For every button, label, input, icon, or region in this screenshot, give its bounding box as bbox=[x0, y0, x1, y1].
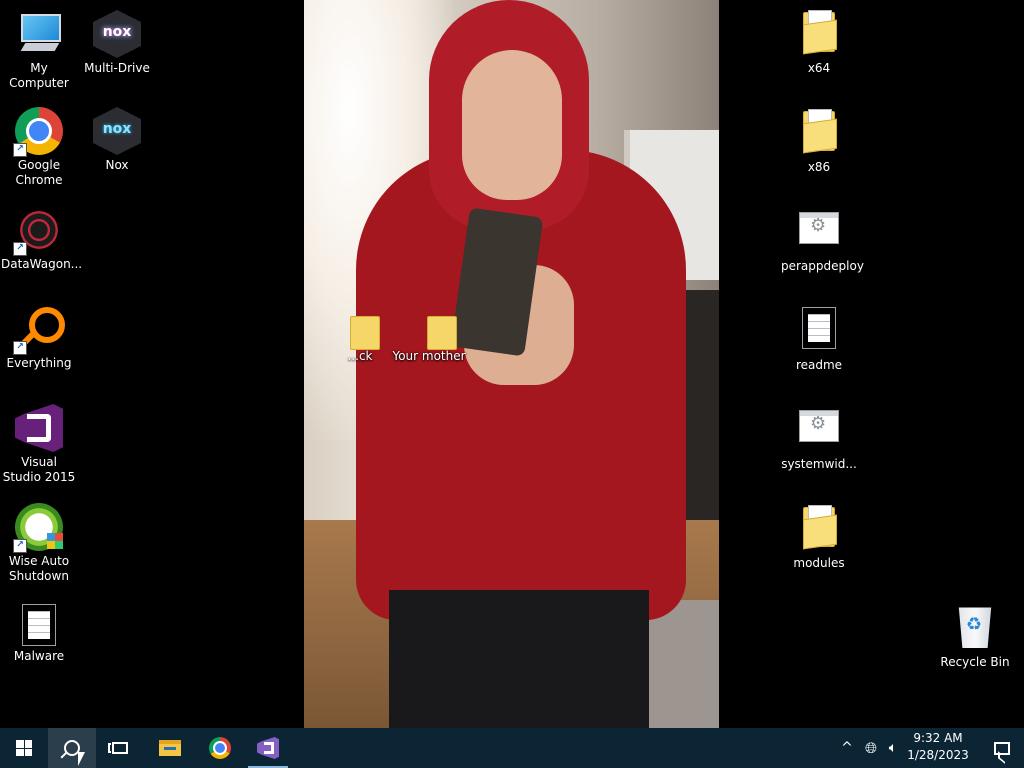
text-document-icon bbox=[802, 307, 836, 349]
folder-icon bbox=[350, 316, 380, 350]
task-view-button[interactable] bbox=[96, 728, 144, 768]
search-button[interactable] bbox=[48, 728, 96, 768]
clock-date: 1/28/2023 bbox=[907, 748, 969, 762]
mouse-cursor bbox=[77, 751, 86, 767]
folder-icon bbox=[803, 109, 837, 154]
network-button[interactable]: 🌐︎ bbox=[860, 728, 882, 768]
desktop-icon-your-mother[interactable]: Your mother bbox=[391, 316, 467, 364]
start-button[interactable] bbox=[0, 728, 48, 768]
desktop-icon-label: Multi-Drive bbox=[84, 61, 150, 75]
globe-icon: 🌐︎ bbox=[864, 739, 877, 757]
action-center-icon bbox=[994, 741, 1010, 755]
config-file-icon bbox=[799, 410, 839, 442]
wise-auto-shutdown-icon: ↗ bbox=[13, 503, 63, 553]
shortcut-arrow-icon: ↗ bbox=[13, 539, 27, 553]
desktop-icon-google-chrome[interactable]: ↗ Google Chrome bbox=[1, 107, 77, 188]
desktop-icon-label: perappdeploy bbox=[781, 259, 864, 273]
clock-time: 9:32 AM bbox=[913, 731, 963, 745]
shortcut-arrow-icon: ↗ bbox=[13, 341, 27, 355]
everything-icon: ↗ bbox=[13, 305, 65, 355]
desktop-icon-wise-auto-shutdown[interactable]: ↗ Wise Auto Shutdown bbox=[1, 503, 77, 584]
chevron-up-icon: ^ bbox=[841, 740, 853, 756]
desktop-icon-x86[interactable]: x86 bbox=[781, 109, 857, 175]
visual-studio-icon bbox=[15, 404, 63, 452]
desktop-icon-label: x86 bbox=[807, 160, 831, 174]
speaker-icon: 🔈︎ bbox=[888, 740, 898, 756]
desktop-icon-label: readme bbox=[795, 358, 843, 372]
desktop-icon-label: Wise Auto Shutdown bbox=[8, 554, 70, 583]
taskbar-visual-studio[interactable] bbox=[244, 728, 292, 768]
folder-icon bbox=[427, 316, 457, 350]
desktop-icon-label: Nox bbox=[105, 158, 129, 172]
nox-icon: nox bbox=[93, 107, 141, 155]
desktop-icon-folder-ck[interactable]: ...ck bbox=[312, 316, 388, 364]
chrome-icon: ↗ bbox=[13, 107, 63, 157]
volume-button[interactable]: 🔈︎ bbox=[882, 728, 904, 768]
start-icon bbox=[16, 740, 32, 756]
datawagon-icon: ↗ bbox=[13, 206, 63, 256]
computer-icon bbox=[15, 10, 63, 58]
taskbar-chrome[interactable] bbox=[196, 728, 244, 768]
taskbar-file-explorer[interactable] bbox=[146, 728, 194, 768]
desktop-icon-label: Visual Studio 2015 bbox=[2, 455, 76, 484]
config-file-icon bbox=[799, 212, 839, 244]
desktop-icon-label: DataWagon... bbox=[1, 257, 83, 271]
nox-multi-drive-icon: nox bbox=[93, 10, 141, 58]
show-hidden-icons-button[interactable]: ^ bbox=[836, 728, 858, 768]
desktop-wallpaper-photo bbox=[304, 0, 719, 728]
desktop-icon-malware[interactable]: Malware bbox=[1, 604, 77, 664]
desktop-icon-label: Recycle Bin bbox=[940, 655, 1010, 669]
desktop-icon-systemwide[interactable]: systemwid... bbox=[781, 406, 857, 472]
desktop-icon-everything[interactable]: ↗ Everything bbox=[1, 305, 77, 371]
desktop-icon-visual-studio-2015[interactable]: Visual Studio 2015 bbox=[1, 404, 77, 485]
desktop-icon-label: Your mother bbox=[392, 349, 466, 363]
desktop-icon-x64[interactable]: x64 bbox=[781, 10, 857, 76]
shortcut-arrow-icon: ↗ bbox=[13, 242, 27, 256]
desktop-icon-recycle-bin[interactable]: Recycle Bin bbox=[937, 604, 1013, 670]
desktop-icon-label: Google Chrome bbox=[15, 158, 63, 187]
taskbar-clock[interactable]: 9:32 AM 1/28/2023 bbox=[902, 730, 974, 764]
desktop-icon-multi-drive[interactable]: nox Multi-Drive bbox=[79, 10, 155, 76]
taskbar: ^ 🌐︎ 🔈︎ 9:32 AM 1/28/2023 bbox=[0, 728, 1024, 768]
desktop-icon-label: Everything bbox=[6, 356, 72, 370]
desktop-icon-label: systemwid... bbox=[781, 457, 857, 471]
recycle-bin-icon bbox=[958, 607, 992, 648]
folder-icon bbox=[803, 10, 837, 55]
chrome-icon bbox=[209, 737, 231, 759]
desktop-icon-nox[interactable]: nox Nox bbox=[79, 107, 155, 173]
action-center-button[interactable] bbox=[980, 728, 1024, 768]
desktop-icon-modules[interactable]: modules bbox=[781, 505, 857, 571]
desktop-icon-my-computer[interactable]: My Computer bbox=[1, 10, 77, 91]
folder-icon bbox=[803, 505, 837, 550]
desktop-icon-readme[interactable]: readme bbox=[781, 307, 857, 373]
visual-studio-icon bbox=[257, 737, 279, 759]
desktop-icon-label: Malware bbox=[13, 649, 65, 663]
task-view-icon bbox=[108, 742, 128, 754]
text-document-icon bbox=[22, 604, 56, 646]
file-explorer-icon bbox=[159, 740, 181, 756]
desktop-icon-label: ...ck bbox=[347, 349, 373, 363]
shortcut-arrow-icon: ↗ bbox=[13, 143, 27, 157]
desktop-icon-label: modules bbox=[793, 556, 845, 570]
desktop-icon-label: x64 bbox=[807, 61, 831, 75]
desktop-icon-perappdeploy[interactable]: perappdeploy bbox=[781, 208, 864, 274]
desktop-icon-datawagon[interactable]: ↗ DataWagon... bbox=[1, 206, 83, 272]
desktop-icon-label: My Computer bbox=[9, 61, 69, 90]
